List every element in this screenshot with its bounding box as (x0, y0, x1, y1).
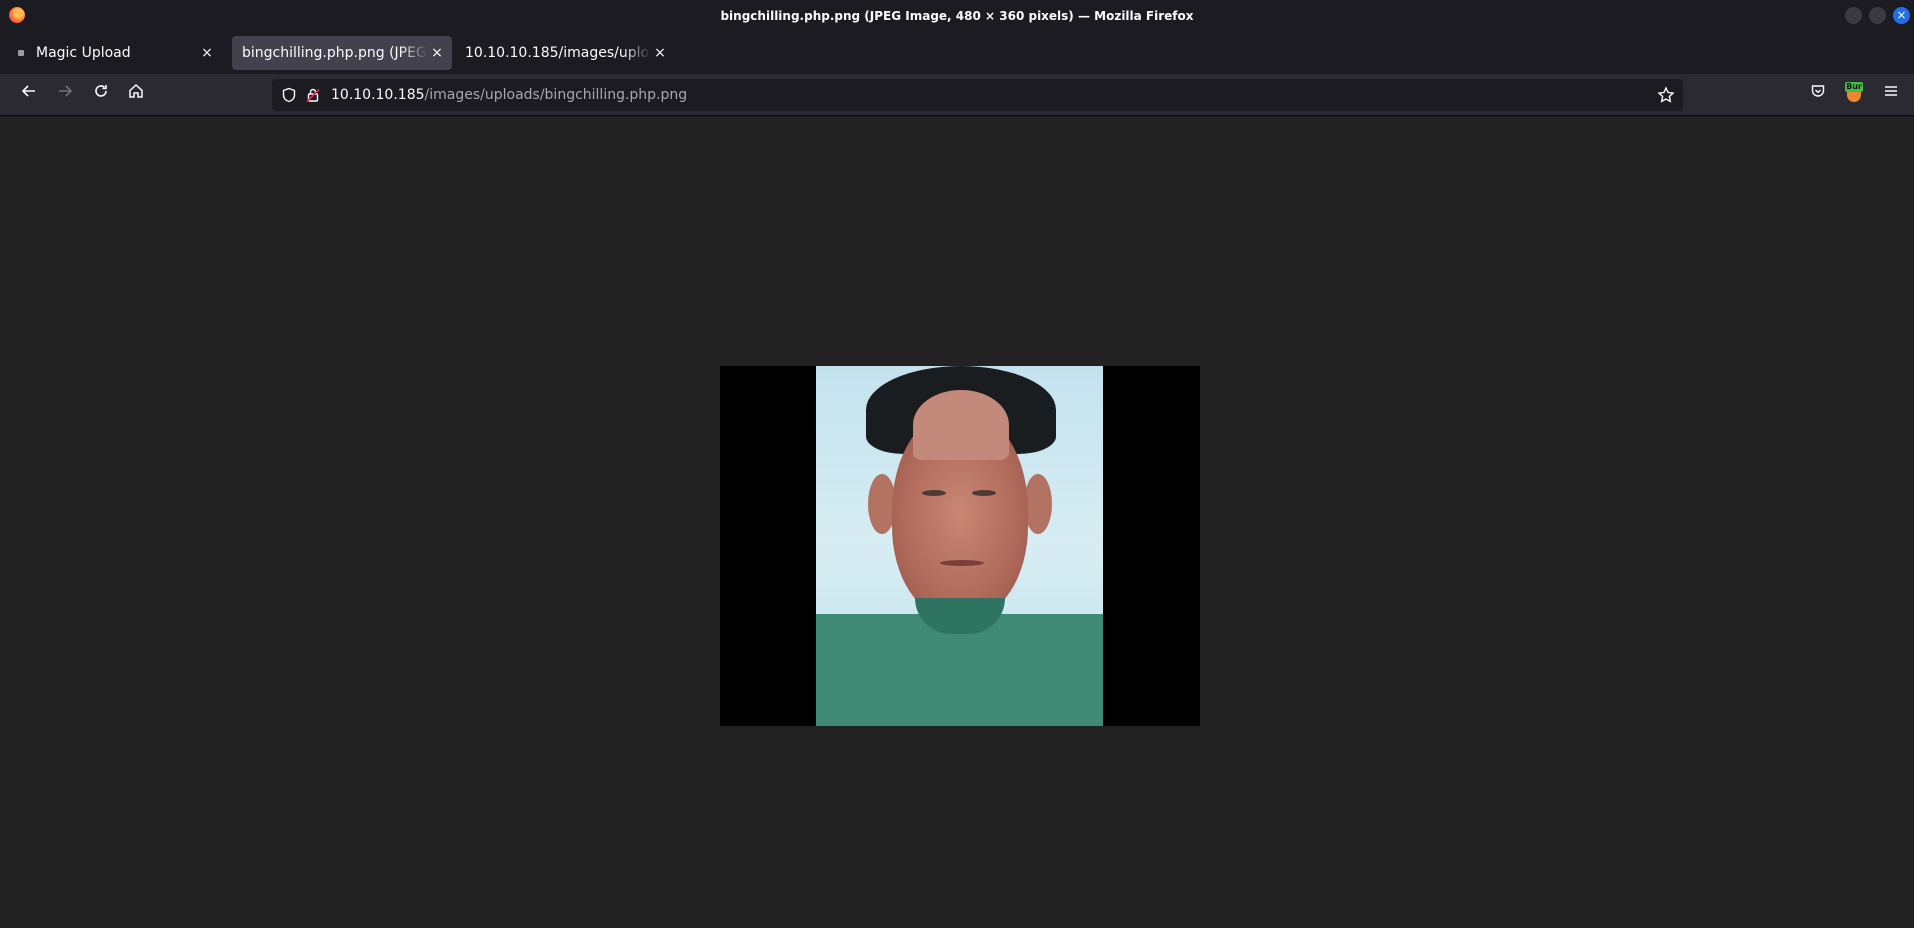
burp-extension-label: Bur (1845, 82, 1863, 92)
url-bar[interactable]: 10.10.10.185/images/uploads/bingchilling… (272, 79, 1683, 111)
image-left-eye (922, 490, 946, 496)
window-titlebar: bingchilling.php.png (JPEG Image, 480 × … (0, 0, 1914, 31)
displayed-jpeg-image[interactable] (720, 366, 1200, 726)
hamburger-menu-icon[interactable] (1879, 82, 1903, 106)
tab-bingchilling-image[interactable]: bingchilling.php.png (JPEG Image, 480 × … (232, 36, 452, 70)
tab-label: 10.10.10.185/images/uploads/bingchilling… (465, 45, 651, 61)
pocket-icon[interactable] (1806, 82, 1830, 106)
burp-extension-button[interactable]: Bur (1845, 82, 1863, 102)
minimize-button[interactable] (1845, 7, 1862, 24)
image-forehead (913, 390, 1009, 460)
insecure-lock-icon[interactable] (305, 87, 321, 103)
tracking-protection-icon[interactable] (281, 87, 297, 103)
tab-close-icon[interactable]: × (198, 45, 216, 61)
maximize-button[interactable] (1869, 7, 1886, 24)
firefox-logo-icon (9, 7, 25, 23)
bookmark-star-icon[interactable] (1657, 86, 1675, 104)
tab-close-icon[interactable]: × (651, 45, 669, 61)
page-favicon-icon (18, 50, 24, 56)
reload-icon[interactable] (88, 82, 114, 108)
tab-strip: Magic Upload × bingchilling.php.png (JPE… (0, 31, 1914, 91)
tab-label: bingchilling.php.png (JPEG Image, 480 × … (242, 45, 428, 61)
home-icon[interactable] (123, 82, 149, 108)
burp-extension-icon (1847, 92, 1861, 102)
navigation-toolbar: 10.10.10.185/images/uploads/bingchilling… (0, 74, 1914, 116)
forward-arrow-icon[interactable] (52, 82, 78, 108)
image-right-eye (972, 490, 996, 496)
window-title: bingchilling.php.png (JPEG Image, 480 × … (720, 8, 1194, 23)
tab-uploads-url[interactable]: 10.10.10.185/images/uploads/bingchilling… (455, 36, 675, 70)
url-host: 10.10.10.185 (331, 87, 425, 103)
image-right-ear (1024, 474, 1052, 534)
tab-close-icon[interactable]: × (428, 45, 446, 61)
url-text[interactable]: 10.10.10.185/images/uploads/bingchilling… (331, 87, 687, 103)
image-mouth (940, 560, 984, 566)
tab-magic-upload[interactable]: Magic Upload × (8, 36, 222, 70)
image-viewer-content (0, 117, 1914, 928)
tab-label: Magic Upload (36, 45, 131, 61)
back-arrow-icon[interactable] (16, 82, 42, 108)
url-path: /images/uploads/bingchilling.php.png (424, 87, 688, 103)
window-close-button[interactable]: × (1893, 7, 1910, 24)
